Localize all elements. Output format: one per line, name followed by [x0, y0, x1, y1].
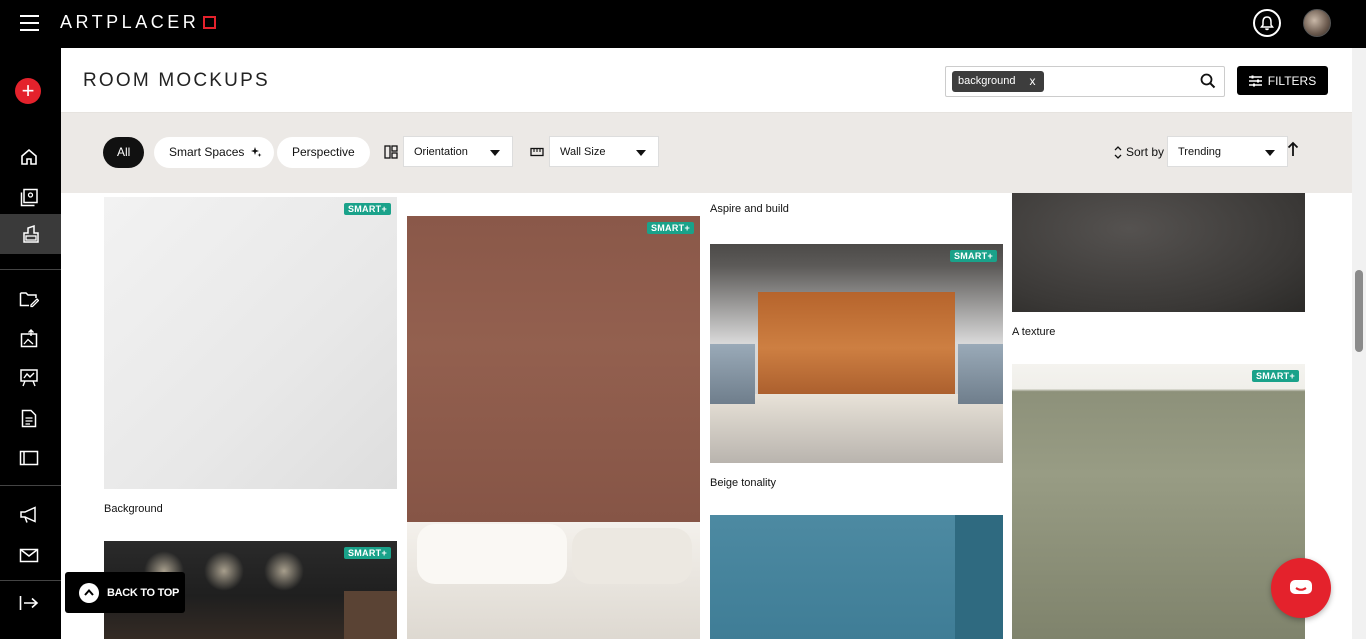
frame-icon[interactable] — [16, 445, 42, 471]
page-header: ROOM MOCKUPS background x FILTERS — [61, 48, 1366, 113]
back-to-top-button[interactable]: BACK TO TOP — [65, 572, 185, 613]
pill-smart-spaces-label: Smart Spaces — [169, 145, 245, 159]
mockup-card[interactable]: SMART+ Background — [104, 197, 397, 515]
sliders-icon — [1248, 75, 1262, 86]
mockup-caption[interactable]: Beige tonality — [710, 477, 1003, 489]
chevron-down-icon — [636, 150, 646, 156]
mockup-thumbnail[interactable]: SMART+ — [104, 197, 397, 489]
filters-button[interactable]: FILTERS — [1237, 66, 1328, 95]
add-icon[interactable]: + — [15, 78, 41, 104]
upload-image-icon[interactable] — [16, 325, 42, 351]
ruler-icon — [530, 147, 544, 157]
mockup-card[interactable] — [710, 515, 1003, 639]
sort-by-label: Sort by — [1126, 145, 1165, 159]
layout-icon — [384, 145, 398, 159]
document-icon[interactable] — [16, 405, 42, 431]
wall-size-select[interactable]: Wall Size — [549, 136, 659, 167]
mockup-card[interactable]: SMART+ — [407, 216, 700, 639]
mockup-card[interactable]: Aspire and build — [710, 203, 1003, 215]
mockup-grid: SMART+ Background SMART+ SMART+ Aspire a… — [61, 193, 1366, 639]
smart-badge: SMART+ — [343, 547, 391, 559]
logout-icon[interactable] — [16, 590, 42, 616]
sparkle-icon — [251, 147, 262, 157]
sidebar: + — [0, 48, 61, 639]
presentation-icon[interactable] — [16, 365, 42, 391]
gallery-icon[interactable] — [16, 184, 42, 210]
scrollbar[interactable] — [1352, 48, 1366, 639]
mockup-caption[interactable]: Background — [104, 503, 397, 515]
mockup-caption[interactable]: Aspire and build — [710, 203, 1003, 215]
mockup-thumbnail[interactable]: SMART+ — [407, 216, 700, 639]
page-title: ROOM MOCKUPS — [83, 70, 270, 91]
orientation-select[interactable]: Orientation — [403, 136, 513, 167]
pill-smart-spaces[interactable]: Smart Spaces — [154, 137, 275, 168]
mockup-thumbnail[interactable] — [710, 515, 1003, 639]
sort-by: Sort by — [1114, 145, 1164, 159]
back-to-top-label: BACK TO TOP — [107, 586, 180, 599]
top-bar: ARTPLACER — [0, 0, 1366, 48]
smart-badge: SMART+ — [1251, 370, 1299, 382]
mockup-thumbnail[interactable]: SMART+ — [1012, 364, 1305, 639]
sort-icon — [1114, 145, 1122, 159]
sidebar-divider — [0, 269, 61, 270]
chat-icon[interactable] — [1271, 558, 1331, 618]
bell-icon[interactable] — [1253, 9, 1281, 37]
search-chip-label: background — [958, 75, 1016, 87]
mail-icon[interactable] — [16, 542, 42, 568]
search-input[interactable]: background x — [945, 66, 1225, 97]
wall-size-label: Wall Size — [560, 146, 606, 158]
mockup-thumbnail[interactable] — [1012, 193, 1305, 312]
mockup-card[interactable]: SMART+ Beige tonality — [710, 244, 1003, 489]
chip-close-icon[interactable]: x — [1030, 71, 1036, 92]
room-mockups-icon[interactable] — [0, 214, 61, 254]
search-chip[interactable]: background x — [952, 71, 1044, 92]
filters-button-label: FILTERS — [1267, 73, 1317, 88]
folder-edit-icon[interactable] — [16, 286, 42, 312]
orientation-label: Orientation — [414, 146, 468, 158]
smart-badge: SMART+ — [949, 250, 997, 262]
pill-perspective[interactable]: Perspective — [277, 137, 370, 168]
sort-direction-icon[interactable] — [1287, 141, 1299, 157]
megaphone-icon[interactable] — [16, 502, 42, 528]
scrollbar-thumb[interactable] — [1355, 270, 1363, 352]
menu-icon[interactable] — [20, 15, 39, 31]
smart-badge: SMART+ — [646, 222, 694, 234]
sidebar-divider — [0, 580, 61, 581]
chevron-down-icon — [490, 150, 500, 156]
logo-text: ARTPLACER — [60, 12, 200, 32]
mockup-card[interactable]: A texture — [1012, 193, 1305, 338]
pill-all[interactable]: All — [103, 137, 145, 168]
home-icon[interactable] — [16, 144, 42, 170]
mockup-card[interactable]: SMART+ — [1012, 364, 1305, 639]
sidebar-divider — [0, 485, 61, 486]
logo-square-icon — [203, 16, 217, 29]
sort-value: Trending — [1178, 146, 1222, 158]
search-icon[interactable] — [1200, 73, 1216, 94]
mockup-caption[interactable]: A texture — [1012, 326, 1305, 338]
smart-badge: SMART+ — [343, 203, 391, 215]
chevron-up-icon — [79, 582, 99, 603]
avatar[interactable] — [1303, 9, 1331, 37]
chevron-down-icon — [1265, 150, 1275, 156]
filter-bar: All Smart Spaces Perspective Orientation… — [61, 113, 1366, 193]
mockup-thumbnail[interactable]: SMART+ — [710, 244, 1003, 463]
sort-select[interactable]: Trending — [1167, 136, 1288, 167]
artplacer-logo[interactable]: ARTPLACER — [60, 12, 217, 33]
